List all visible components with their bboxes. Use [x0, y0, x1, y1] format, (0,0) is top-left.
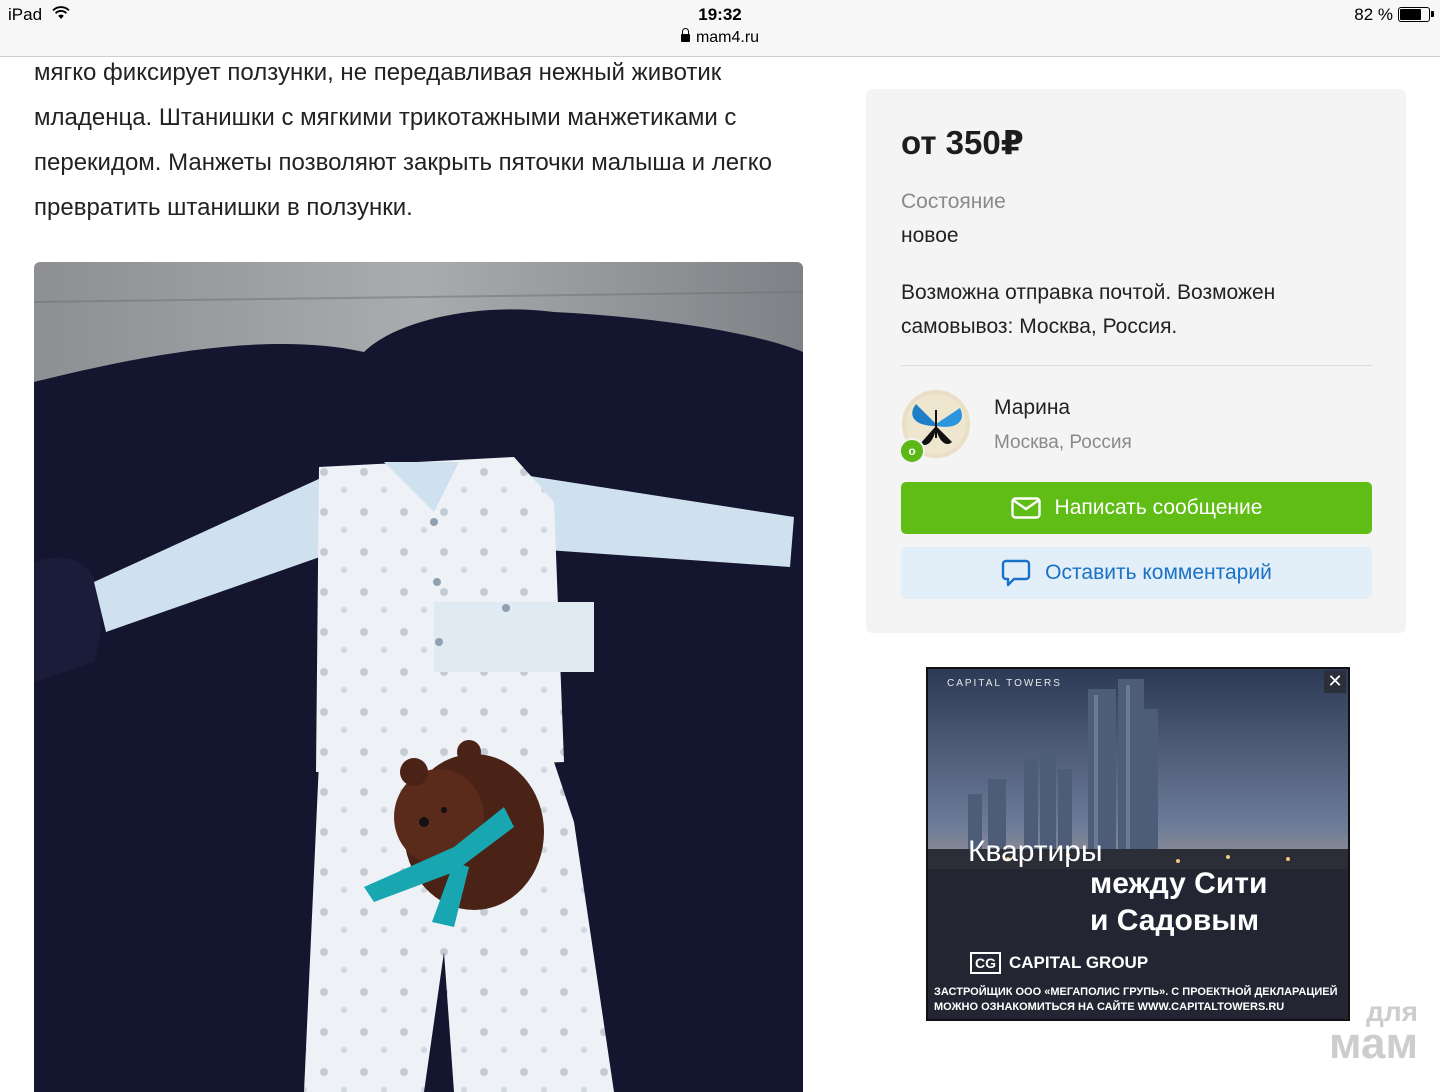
- battery-percent: 82 %: [1354, 5, 1393, 24]
- ad-logo-mark: CG: [970, 952, 1001, 974]
- clock: 19:32: [698, 5, 742, 24]
- ad-logo: CG CAPITAL GROUP: [970, 952, 1148, 974]
- product-photo[interactable]: [34, 262, 803, 1092]
- speech-bubble-icon: [1001, 559, 1031, 587]
- battery-icon: [1398, 7, 1434, 22]
- price: от 350₽: [901, 124, 1024, 161]
- leave-comment-label: Оставить комментарий: [1045, 561, 1272, 584]
- status-bar: iPad 19:32 mam4.ru 82 %: [0, 0, 1440, 57]
- delivery-info: Возможна отправка почтой. Возможен самов…: [901, 281, 1276, 338]
- online-status-badge: o: [899, 438, 925, 464]
- leave-comment-button[interactable]: Оставить комментарий: [901, 547, 1372, 599]
- site-watermark: для мам: [1329, 998, 1418, 1069]
- write-message-label: Написать сообщение: [1054, 496, 1263, 519]
- lock-icon: [680, 28, 690, 42]
- address-bar[interactable]: mam4.ru: [0, 28, 1440, 47]
- seller-city: Москва, Россия: [994, 432, 1132, 453]
- envelope-icon: [1010, 497, 1041, 519]
- ad-headline-3: и Садовым: [1090, 904, 1260, 937]
- condition-label: Состояние: [901, 190, 1006, 213]
- ad-brand: CAPITAL TOWERS: [947, 678, 1062, 689]
- seller-name[interactable]: Марина: [994, 396, 1070, 420]
- advertisement-banner[interactable]: CAPITAL TOWERS ✕ Квартиры между Сити и С…: [926, 667, 1350, 1021]
- ad-disclaimer: ЗАСТРОЙЩИК ООО «МЕГАПОЛИС ГРУПЬ». С ПРОЕ…: [934, 986, 1338, 1013]
- ad-headline-1: Квартиры: [968, 835, 1103, 868]
- url-text: mam4.ru: [695, 29, 760, 46]
- divider: [901, 365, 1372, 366]
- watermark-line-2: мам: [1329, 1019, 1418, 1069]
- write-message-button[interactable]: Написать сообщение: [901, 482, 1372, 534]
- ad-close-button[interactable]: ✕: [1324, 671, 1346, 693]
- battery-fill: [1400, 9, 1421, 20]
- item-description: мягко фиксирует ползунки, не передавлива…: [34, 59, 772, 221]
- baby-clothes-image: [34, 262, 803, 1092]
- condition-value: новое: [901, 224, 959, 247]
- ad-headline-2: между Сити: [1090, 867, 1268, 900]
- listing-card: от 350₽ Состояние новое Возможна отправк…: [866, 89, 1406, 633]
- ad-logo-text: CAPITAL GROUP: [1009, 953, 1149, 972]
